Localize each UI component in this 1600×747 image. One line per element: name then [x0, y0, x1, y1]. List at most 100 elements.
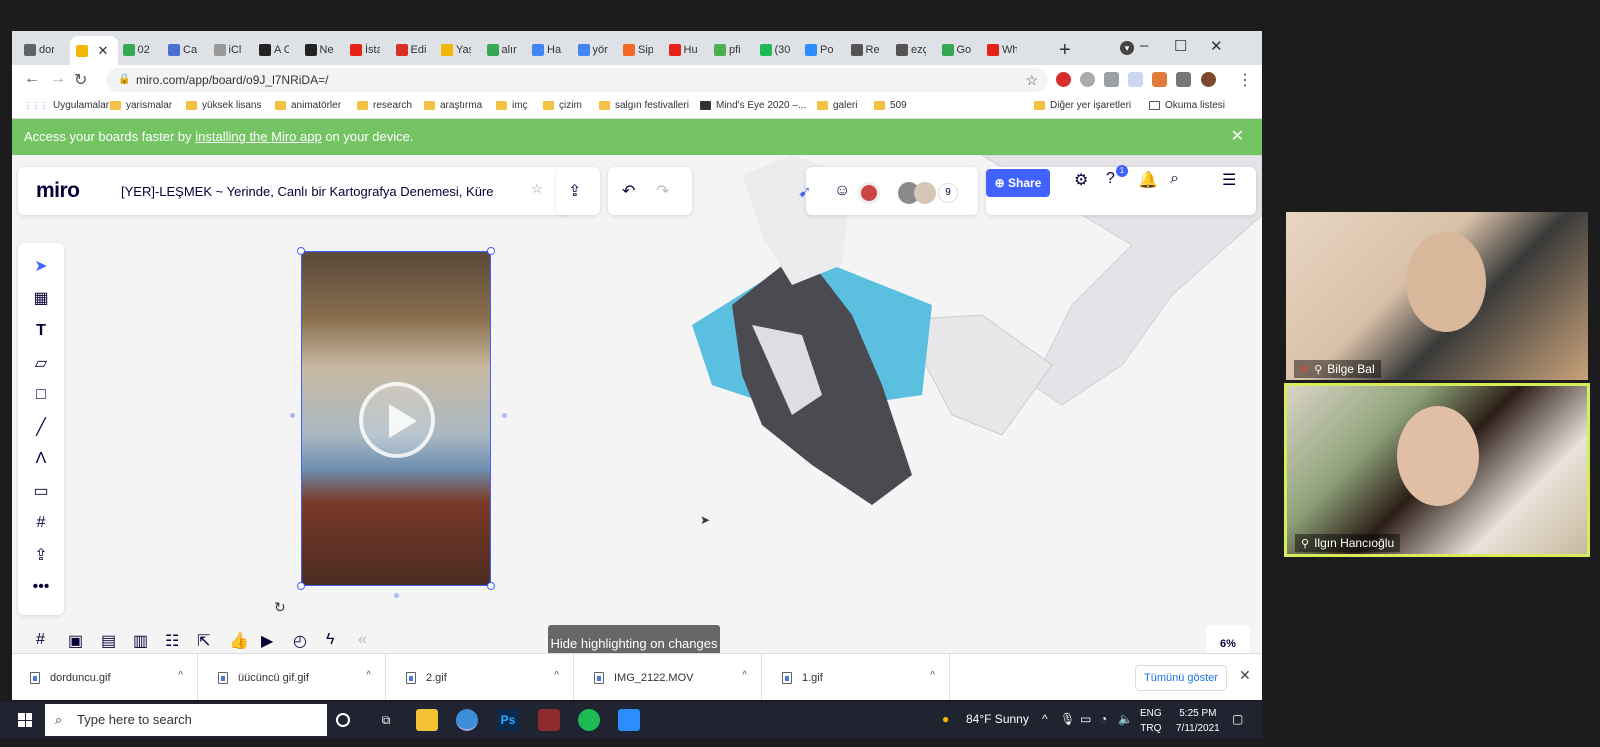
templates-icon[interactable]: ▦: [30, 287, 52, 309]
chevron-up-icon[interactable]: ^: [366, 670, 371, 681]
puzzle-icon[interactable]: [1176, 72, 1191, 87]
upload-icon[interactable]: ⇪: [30, 544, 52, 566]
resize-handle[interactable]: [487, 582, 495, 590]
side-handle[interactable]: [290, 413, 295, 418]
search-icon[interactable]: ⌕: [1170, 170, 1179, 188]
browser-tab[interactable]: alın: [486, 38, 517, 62]
winrar-icon[interactable]: [538, 709, 560, 731]
collaborator-count[interactable]: 9: [938, 183, 958, 203]
frame-tool-icon[interactable]: #: [30, 512, 52, 534]
browser-tab[interactable]: Ne: [304, 38, 335, 62]
address-bar[interactable]: 🔒 miro.com/app/board/o9J_l7NRiDA=/ ☆: [106, 68, 1048, 92]
list-icon[interactable]: ☷: [165, 631, 179, 651]
download-item[interactable]: dorduncu.gif ^: [12, 654, 198, 700]
user-avatar[interactable]: [914, 182, 936, 204]
line-tool-icon[interactable]: ╱: [30, 416, 52, 438]
browser-tab[interactable]: A C: [259, 38, 289, 62]
bookmark-item[interactable]: araştırma: [424, 100, 482, 111]
collapse-icon[interactable]: «: [358, 631, 367, 649]
browser-tab[interactable]: (30: [759, 38, 790, 62]
clock[interactable]: 5:25 PM 7/11/2021: [1176, 706, 1220, 736]
browser-tab[interactable]: Wh: [987, 38, 1017, 62]
cursor-filter-icon[interactable]: ➹: [798, 182, 811, 202]
extension-icon[interactable]: [1152, 72, 1167, 87]
bookmark-item[interactable]: imç: [496, 100, 528, 111]
bookmark-item[interactable]: ⋮⋮⋮ Uygulamalar: [24, 100, 109, 111]
bookmark-item[interactable]: Diğer yer işaretleri: [1034, 100, 1131, 111]
tab-search-icon[interactable]: ▾: [1120, 41, 1134, 55]
task-view-icon[interactable]: ⧉: [375, 709, 397, 731]
help-icon[interactable]: ?: [1106, 170, 1115, 188]
zoom-app-icon[interactable]: [618, 709, 640, 731]
file-explorer-icon[interactable]: [416, 709, 438, 731]
close-downloads-icon[interactable]: ✕: [1239, 667, 1251, 684]
bookmark-item[interactable]: animatörler: [275, 100, 341, 111]
bookmark-star-icon[interactable]: ☆: [1025, 68, 1038, 92]
browser-tab[interactable]: ezç: [896, 38, 926, 62]
menu-dots-icon[interactable]: ⋮: [1237, 70, 1253, 90]
user-avatar[interactable]: [858, 182, 880, 204]
download-item[interactable]: IMG_2122.MOV ^: [576, 654, 762, 700]
forward-icon[interactable]: →: [50, 70, 66, 88]
resize-handle[interactable]: [297, 247, 305, 255]
notifications-bell-icon[interactable]: 🔔: [1138, 170, 1158, 190]
battery-icon[interactable]: ▭: [1080, 712, 1091, 726]
share-screen-icon[interactable]: ⇱: [197, 631, 210, 651]
browser-tab[interactable]: pfi: [714, 38, 744, 62]
back-icon[interactable]: ←: [24, 70, 40, 88]
bookmark-item[interactable]: research: [357, 100, 412, 111]
reload-icon[interactable]: ↻: [74, 70, 87, 90]
microphone-icon[interactable]: 🎙: [1060, 712, 1075, 726]
redo-icon[interactable]: ↷: [656, 181, 669, 201]
taskbar-search-input[interactable]: ⌕ Type here to search: [45, 704, 327, 736]
show-all-button[interactable]: Tümünü göster: [1135, 665, 1227, 691]
download-item[interactable]: 2.gif ^: [388, 654, 574, 700]
browser-tab[interactable]: iCl: [213, 38, 244, 62]
more-tools-icon[interactable]: •••: [30, 576, 52, 598]
volume-icon[interactable]: 🔈: [1118, 712, 1133, 726]
presentation-icon[interactable]: ▣: [68, 631, 83, 651]
profile-avatar[interactable]: [1201, 72, 1216, 87]
extension-icon[interactable]: [1080, 72, 1095, 87]
chevron-up-icon[interactable]: ^: [930, 670, 935, 681]
extension-icon[interactable]: [1128, 72, 1143, 87]
browser-tab[interactable]: Ca: [168, 38, 198, 62]
sticky-note-icon[interactable]: ▱: [30, 352, 52, 374]
chevron-up-icon[interactable]: ^: [742, 670, 747, 681]
minimize-icon[interactable]: –: [1140, 37, 1148, 54]
close-tab-icon[interactable]: ✕: [98, 43, 109, 59]
bookmark-item[interactable]: yüksek lisans: [186, 100, 261, 111]
spotify-icon[interactable]: [578, 709, 600, 731]
browser-tab[interactable]: Po: [805, 38, 835, 62]
zoom-level[interactable]: 6%: [1206, 625, 1250, 653]
close-window-icon[interactable]: ✕: [1210, 37, 1223, 55]
bookmark-item[interactable]: galeri: [817, 100, 857, 111]
browser-tab[interactable]: Re: [850, 38, 881, 62]
network-icon[interactable]: ◔: [1100, 712, 1107, 726]
hide-highlighting-button[interactable]: Hide highlighting on changes: [548, 625, 720, 653]
play-icon[interactable]: [359, 382, 435, 458]
browser-tab[interactable]: Sip: [623, 38, 653, 62]
download-item[interactable]: 1.gif ^: [764, 654, 950, 700]
new-tab-button[interactable]: +: [1059, 39, 1071, 62]
select-tool-icon[interactable]: ➤: [30, 255, 52, 277]
participant-video[interactable]: ✗ ⚲ Bilge Bal: [1286, 212, 1588, 380]
install-app-link[interactable]: installing the Miro app: [195, 129, 321, 144]
pen-tool-icon[interactable]: Λ: [30, 448, 52, 470]
browser-tab[interactable]: 02: [122, 38, 153, 62]
side-handle[interactable]: [502, 413, 507, 418]
browser-tab[interactable]: dor: [24, 38, 54, 62]
notifications-icon[interactable]: ▢: [1232, 712, 1243, 726]
share-button[interactable]: ⊕ Share: [986, 169, 1050, 197]
side-handle[interactable]: [394, 593, 399, 598]
windows-start-icon[interactable]: [18, 713, 32, 727]
bookmark-item[interactable]: yarismalar: [110, 100, 172, 111]
extension-icon[interactable]: [1056, 72, 1071, 87]
maximize-icon[interactable]: ☐: [1174, 37, 1187, 55]
chrome-icon[interactable]: [456, 709, 478, 731]
photoshop-icon[interactable]: Ps: [497, 709, 519, 731]
miro-board-canvas[interactable]: miro [YER]-LEŞMEK ~ Yerinde, Canlı bir K…: [12, 155, 1262, 653]
browser-tab[interactable]: Hu: [668, 38, 699, 62]
bookmark-item[interactable]: Mind's Eye 2020 –...: [700, 100, 806, 111]
bookmark-item[interactable]: çizim: [543, 100, 582, 111]
